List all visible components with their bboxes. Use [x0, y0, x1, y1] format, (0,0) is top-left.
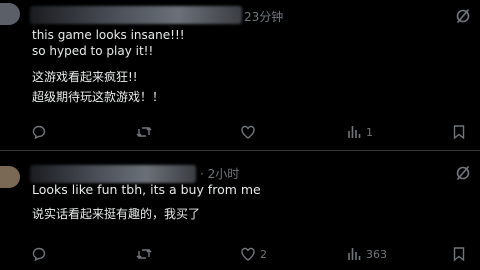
reply-post-2[interactable]: · 2小时 Looks like fun tbh, its a buy from… [0, 0, 480, 270]
views-button[interactable]: 363 [346, 244, 387, 264]
repost-icon [136, 249, 152, 259]
post-text-line: Looks like fun tbh, its a buy from me [32, 182, 261, 197]
views-count: 363 [366, 247, 387, 261]
grok-icon[interactable] [454, 164, 472, 182]
avatar[interactable] [0, 166, 20, 188]
repost-button[interactable] [136, 244, 156, 264]
post-timestamp[interactable]: · 2小时 [200, 165, 239, 182]
bookmark-button[interactable] [451, 244, 467, 264]
like-count: 2 [260, 247, 267, 261]
post-text-line: 说实话看起来挺有趣的，我买了 [32, 207, 201, 221]
reply-button[interactable] [31, 244, 51, 264]
action-bar: 2 363 [0, 244, 480, 264]
reply-icon [32, 247, 46, 262]
bookmark-icon [453, 247, 465, 262]
like-button[interactable]: 2 [240, 244, 267, 264]
like-icon [241, 247, 255, 261]
views-icon [348, 248, 361, 260]
